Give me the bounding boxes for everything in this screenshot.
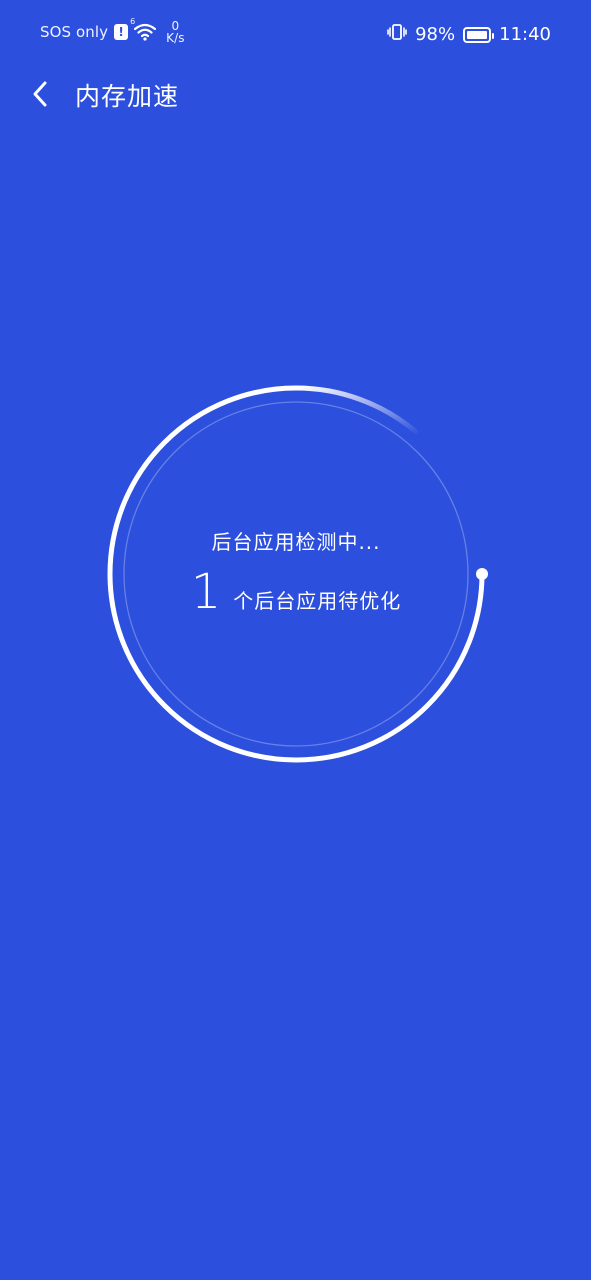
battery-fill bbox=[467, 30, 488, 39]
background-app-count-label: 个后台应用待优化 bbox=[233, 589, 402, 613]
app-header: 内存加速 bbox=[0, 66, 591, 122]
vibrate-icon bbox=[387, 22, 407, 47]
chevron-left-icon bbox=[33, 81, 47, 107]
status-right: 98% 11:40 bbox=[387, 22, 551, 47]
background-app-count: 1 bbox=[190, 564, 222, 620]
carrier-label: SOS only bbox=[40, 23, 109, 41]
network-speed: 0 K/s bbox=[166, 20, 184, 44]
scan-status-text: 后台应用检测中... bbox=[211, 530, 381, 554]
battery-percent: 98% bbox=[415, 24, 456, 45]
wifi-icon: 6 bbox=[130, 17, 157, 41]
clock: 11:40 bbox=[499, 24, 551, 45]
back-button[interactable] bbox=[22, 76, 58, 112]
page-title: 内存加速 bbox=[75, 82, 180, 111]
network-speed-unit: K/s bbox=[166, 31, 185, 45]
memory-scan-indicator: 后台应用检测中... 1 个后台应用待优化 bbox=[98, 378, 494, 774]
wifi-generation-label: 6 bbox=[130, 17, 136, 26]
status-bar: SOS only ! 6 0 K/s 98% 11:40 bbox=[0, 0, 591, 66]
scan-fade-arc bbox=[293, 385, 419, 435]
scan-result: 1 个后台应用待优化 bbox=[98, 564, 494, 620]
sim-alert-icon: ! bbox=[114, 24, 129, 40]
status-left: SOS only ! 6 0 K/s bbox=[40, 17, 185, 44]
battery-icon bbox=[463, 26, 495, 43]
